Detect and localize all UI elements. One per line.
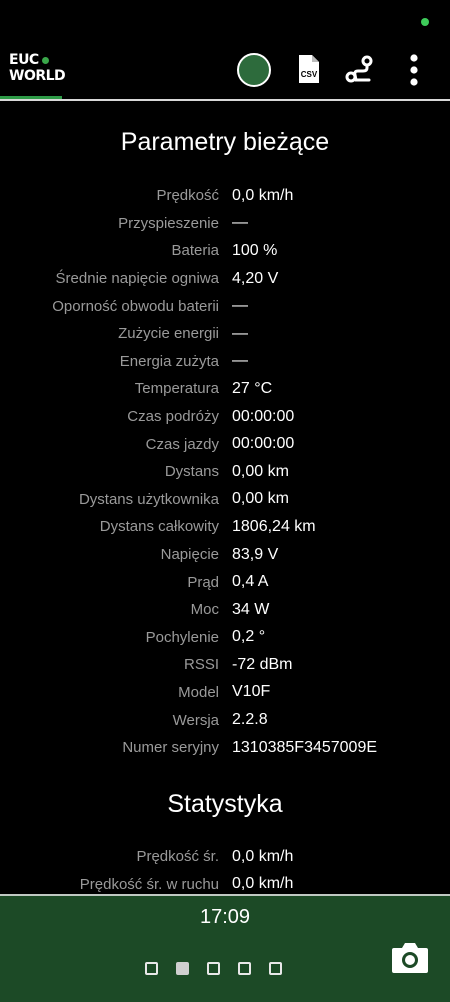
param-value: — (232, 214, 248, 232)
param-label: Średnie napięcie ogniwa (55, 270, 219, 288)
bottom-bar: 17:09 (0, 894, 450, 1002)
param-row: Dystans użytkownika 0,00 km (0, 486, 450, 514)
csv-export-button[interactable]: CSV (296, 54, 324, 84)
param-label: Wersja (172, 711, 219, 729)
status-indicator-dot (421, 18, 429, 26)
param-label: Prędkość śr. w ruchu (79, 875, 219, 893)
connection-indicator-button[interactable] (237, 53, 271, 87)
statistics-title: Statystyka (167, 790, 283, 818)
logo-dot (41, 56, 49, 64)
camera-button[interactable] (391, 940, 429, 974)
param-label: Czas podróży (127, 408, 219, 426)
param-row: Czas podróży 00:00:00 (0, 403, 450, 431)
param-row: Bateria 100 % (0, 237, 450, 265)
param-value: 27 °C (232, 379, 273, 397)
param-row: Numer seryjny 1310385F3457009E (0, 734, 450, 762)
param-label: Oporność obwodu baterii (52, 297, 219, 315)
euc-world-logo: EUC WORLD (9, 52, 66, 84)
csv-file-icon: CSV (299, 55, 319, 83)
param-label: Pochylenie (145, 628, 219, 646)
more-options-button[interactable] (403, 54, 425, 86)
param-label: Dystans całkowity (99, 518, 219, 536)
param-row: Prąd 0,4 A (0, 568, 450, 596)
param-label: Moc (190, 601, 219, 619)
param-row: Zużycie energii — (0, 320, 450, 348)
param-value: 0,0 km/h (232, 875, 294, 893)
route-icon (345, 55, 373, 83)
param-row: Dystans 0,00 km (0, 458, 450, 486)
param-row: Prędkość 0,0 km/h (0, 182, 450, 210)
param-row: Czas jazdy 00:00:00 (0, 430, 450, 458)
param-value: 2.2.8 (232, 711, 268, 729)
logo-line-2: WORLD (9, 68, 66, 84)
param-value: 0,00 km (232, 462, 289, 480)
param-value: 00:00:00 (232, 435, 295, 453)
param-label: Prędkość (156, 187, 219, 205)
param-row: Oporność obwodu baterii — (0, 292, 450, 320)
param-value: -72 dBm (232, 655, 293, 673)
param-row: Prędkość śr. 0,0 km/h (0, 843, 450, 871)
param-row: Energia zużyta — (0, 348, 450, 376)
csv-label: CSV (301, 70, 318, 79)
param-row: Napięcie 83,9 V (0, 541, 450, 569)
param-value: 100 % (232, 241, 278, 259)
clock: 17:09 (199, 906, 251, 928)
page-dot[interactable] (145, 962, 158, 975)
more-vert-icon (410, 54, 418, 86)
page-dot[interactable] (269, 962, 282, 975)
page-indicator (145, 962, 300, 975)
param-label: Numer seryjny (122, 739, 219, 757)
param-value: — (232, 324, 248, 342)
param-value: 1806,24 km (232, 517, 316, 535)
param-value: 4,20 V (232, 269, 279, 287)
param-row: Dystans całkowity 1806,24 km (0, 513, 450, 541)
param-label: Temperatura (134, 380, 219, 398)
param-row: Pochylenie 0,2 ° (0, 624, 450, 652)
param-label: Przyspieszenie (118, 214, 219, 232)
param-value: 0,4 A (232, 573, 269, 591)
camera-icon (392, 943, 428, 973)
param-value: 83,9 V (232, 545, 279, 563)
param-value: — (232, 352, 248, 370)
param-value: — (232, 297, 248, 315)
param-label: Prąd (187, 573, 219, 591)
param-label: Dystans (164, 463, 219, 481)
param-row: Moc 34 W (0, 596, 450, 624)
param-value: 00:00:00 (232, 407, 295, 425)
param-label: Czas jazdy (145, 435, 219, 453)
app-bar-divider (0, 99, 450, 101)
param-label: Prędkość śr. (136, 848, 219, 866)
param-value: 34 W (232, 600, 270, 618)
param-value: V10F (232, 683, 271, 701)
param-label: Energia zużyta (119, 352, 219, 370)
param-label: RSSI (183, 656, 219, 674)
param-value: 0,2 ° (232, 628, 266, 646)
logo-line-1: EUC (9, 52, 39, 68)
param-value: 0,0 km/h (232, 186, 294, 204)
statistics-list: Prędkość śr. 0,0 km/h Prędkość śr. w ruchu… (0, 843, 450, 898)
param-row: RSSI -72 dBm (0, 651, 450, 679)
route-button[interactable] (345, 54, 373, 84)
current-params-title: Parametry bieżące (120, 128, 330, 156)
page-dot[interactable] (207, 962, 220, 975)
param-label: Bateria (171, 242, 219, 260)
param-row: Temperatura 27 °C (0, 375, 450, 403)
param-value: 0,00 km (232, 490, 289, 508)
param-label: Model (178, 683, 219, 701)
page-dot[interactable] (176, 962, 189, 975)
app-bar: EUC WORLD CSV (0, 40, 450, 102)
param-value: 0,0 km/h (232, 847, 294, 865)
param-row: Wersja 2.2.8 (0, 706, 450, 734)
param-label: Napięcie (160, 546, 219, 564)
param-row: Średnie napięcie ogniwa 4,20 V (0, 265, 450, 293)
param-row: Przyspieszenie — (0, 210, 450, 238)
page-dot[interactable] (238, 962, 251, 975)
param-row: Model V10F (0, 679, 450, 707)
param-value: 1310385F3457009E (232, 738, 378, 756)
current-params-list: Prędkość 0,0 km/h Przyspieszenie — Bateria 10… (0, 182, 450, 761)
param-label: Zużycie energii (118, 325, 219, 343)
param-label: Dystans użytkownika (78, 490, 219, 508)
